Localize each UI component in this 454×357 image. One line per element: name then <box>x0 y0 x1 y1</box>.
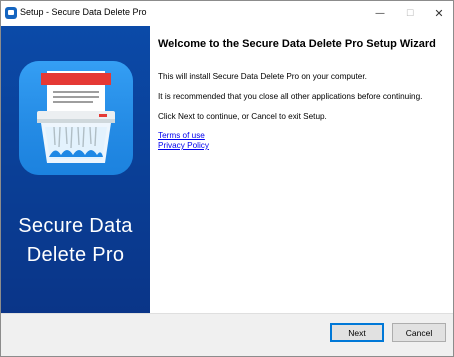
wizard-content: Welcome to the Secure Data Delete Pro Se… <box>150 26 453 313</box>
privacy-policy-link[interactable]: Privacy Policy <box>158 141 209 150</box>
setup-app-icon <box>5 7 17 19</box>
page-title: Welcome to the Secure Data Delete Pro Se… <box>158 38 436 50</box>
terms-of-use-link[interactable]: Terms of use <box>158 131 205 140</box>
wizard-banner: Secure Data Delete Pro <box>1 26 150 313</box>
recommendation-text: It is recommended that you close all oth… <box>158 92 423 101</box>
close-button[interactable]: ✕ <box>424 1 453 26</box>
window-title: Setup - Secure Data Delete Pro <box>20 7 147 17</box>
button-bar: Next Cancel <box>1 313 453 356</box>
product-name: Secure Data Delete Pro <box>1 212 150 270</box>
minimize-button[interactable]: — <box>365 1 395 26</box>
next-button[interactable]: Next <box>330 323 384 342</box>
instruction-text: Click Next to continue, or Cancel to exi… <box>158 112 327 121</box>
product-name-line2: Delete Pro <box>26 244 125 266</box>
paper-shredder-icon <box>19 61 133 175</box>
install-info-text: This will install Secure Data Delete Pro… <box>158 72 367 81</box>
setup-wizard-window: Setup - Secure Data Delete Pro — ☐ ✕ Sec… <box>0 0 454 357</box>
product-name-line1: Secure Data <box>18 215 133 237</box>
maximize-button: ☐ <box>405 8 415 19</box>
title-bar[interactable]: Setup - Secure Data Delete Pro — ☐ ✕ <box>1 1 453 26</box>
cancel-button[interactable]: Cancel <box>392 323 446 342</box>
